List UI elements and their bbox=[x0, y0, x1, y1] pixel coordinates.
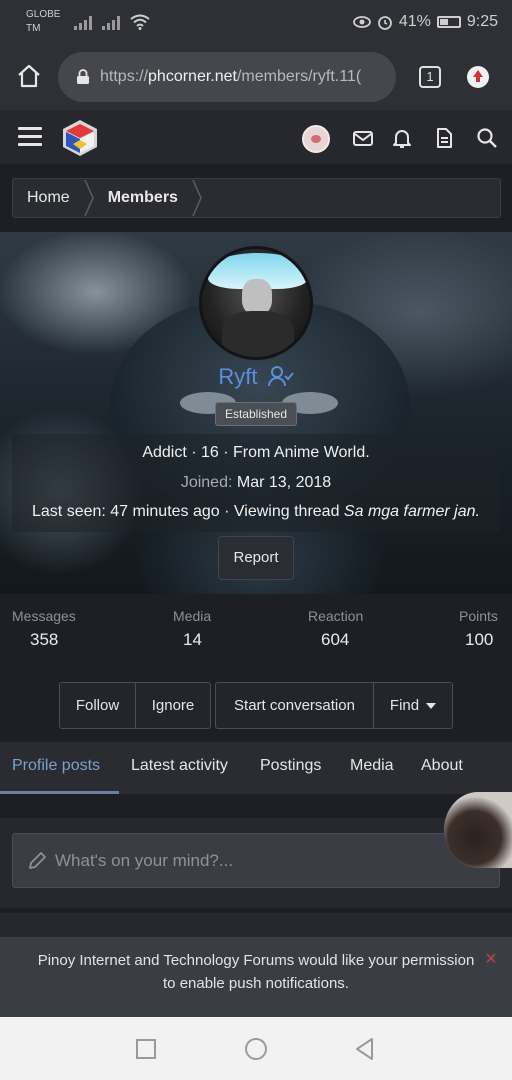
user-title-badge: Established bbox=[215, 402, 297, 426]
home-circle-icon[interactable] bbox=[244, 1037, 268, 1061]
menu-icon[interactable] bbox=[18, 127, 42, 147]
status-bar: GLOBE TM 41% 9:25 bbox=[0, 0, 512, 44]
system-nav-bar bbox=[0, 1017, 512, 1080]
profile-avatar[interactable] bbox=[199, 246, 313, 360]
last-seen-value: 47 minutes ago · Viewing thread bbox=[110, 503, 340, 520]
profile-tabs: Profile posts Latest activity Postings M… bbox=[0, 742, 512, 794]
tab-latest-activity[interactable]: Latest activity bbox=[131, 742, 228, 794]
tab-media[interactable]: Media bbox=[350, 742, 394, 794]
report-button[interactable]: Report bbox=[218, 536, 294, 580]
site-logo[interactable] bbox=[60, 118, 100, 158]
tab-about[interactable]: About bbox=[421, 742, 463, 794]
url-path: /members/ryft.11( bbox=[236, 68, 362, 85]
joined-date: Mar 13, 2018 bbox=[236, 474, 332, 491]
stat-media[interactable]: Media 14 bbox=[173, 608, 211, 650]
stat-messages[interactable]: Messages 358 bbox=[12, 608, 76, 650]
pencil-icon bbox=[29, 851, 46, 869]
battery-percent: 41% bbox=[398, 13, 431, 30]
clock: 9:25 bbox=[466, 13, 498, 30]
breadcrumb: Home Members bbox=[12, 178, 501, 218]
battery-icon bbox=[436, 16, 461, 28]
mail-icon[interactable] bbox=[352, 127, 374, 149]
back-icon[interactable] bbox=[353, 1037, 377, 1061]
ignore-button[interactable]: Ignore bbox=[136, 682, 211, 729]
alarm-icon bbox=[377, 16, 392, 30]
breadcrumb-separator bbox=[192, 179, 202, 217]
floating-chat-head[interactable] bbox=[444, 792, 512, 868]
last-seen-label: Last seen: bbox=[32, 503, 106, 520]
breadcrumb-separator bbox=[84, 179, 94, 217]
joined-label: Joined: bbox=[180, 474, 233, 491]
post-placeholder: What's on your mind?... bbox=[55, 850, 234, 870]
carrier-name: GLOBE bbox=[26, 9, 61, 20]
stat-value: 14 bbox=[183, 630, 202, 649]
stat-label: Messages bbox=[12, 608, 76, 624]
follow-button[interactable]: Follow bbox=[59, 682, 136, 729]
signal-icon bbox=[102, 14, 120, 30]
breadcrumb-home[interactable]: Home bbox=[13, 178, 84, 218]
tab-profile-posts[interactable]: Profile posts bbox=[0, 742, 119, 794]
user-check-icon bbox=[267, 366, 294, 387]
push-notice-line1: Pinoy Internet and Technology Forums wou… bbox=[37, 952, 475, 969]
update-icon[interactable] bbox=[467, 66, 489, 88]
chevron-down-icon bbox=[426, 702, 437, 709]
bell-icon[interactable] bbox=[391, 127, 413, 149]
carrier-label: GLOBE TM bbox=[26, 8, 74, 36]
conversation-find-group: Start conversation Find bbox=[215, 682, 453, 729]
search-icon[interactable] bbox=[476, 127, 498, 149]
document-icon[interactable] bbox=[433, 127, 455, 149]
breadcrumb-members[interactable]: Members bbox=[94, 178, 192, 218]
home-icon[interactable] bbox=[16, 64, 42, 88]
last-seen-thread-link[interactable]: Sa mga farmer jan. bbox=[344, 503, 480, 520]
stat-label: Points bbox=[459, 608, 498, 624]
signal-icon bbox=[74, 14, 92, 30]
url-host: phcorner.net bbox=[148, 68, 237, 85]
follow-ignore-group: Follow Ignore bbox=[59, 682, 211, 729]
start-conversation-button[interactable]: Start conversation bbox=[215, 682, 374, 729]
find-label: Find bbox=[389, 697, 420, 714]
push-permission-notice: Pinoy Internet and Technology Forums wou… bbox=[0, 937, 512, 1017]
profile-blurb: Addict · 16 · From Anime World. bbox=[142, 444, 370, 461]
recent-apps-icon[interactable] bbox=[134, 1037, 158, 1061]
post-list-divider bbox=[0, 913, 512, 937]
stat-points[interactable]: Points 100 bbox=[459, 608, 498, 650]
find-dropdown-button[interactable]: Find bbox=[374, 682, 453, 729]
stat-value: 100 bbox=[465, 630, 494, 649]
stat-reaction[interactable]: Reaction 604 bbox=[308, 608, 363, 650]
stat-label: Reaction bbox=[308, 608, 364, 624]
close-icon[interactable]: × bbox=[482, 949, 500, 969]
stat-value: 358 bbox=[30, 630, 59, 649]
tab-postings[interactable]: Postings bbox=[260, 742, 321, 794]
profile-username: Ryft bbox=[0, 364, 512, 390]
carrier-sub: TM bbox=[26, 23, 41, 34]
url-bar[interactable]: https://phcorner.net/members/ryft.11( bbox=[58, 52, 396, 102]
profile-joined: Joined: Mar 13, 2018 bbox=[0, 474, 512, 492]
tab-switcher-button[interactable]: 1 bbox=[419, 66, 441, 88]
user-avatar[interactable] bbox=[302, 125, 330, 153]
profile-post-input[interactable]: What's on your mind?... bbox=[12, 833, 500, 888]
username-text: Ryft bbox=[218, 364, 258, 389]
push-notice-line2: to enable push notifications. bbox=[163, 975, 349, 992]
stat-label: Media bbox=[173, 608, 212, 624]
profile-last-seen: Last seen: 47 minutes ago · Viewing thre… bbox=[0, 503, 512, 521]
lock-icon bbox=[77, 69, 89, 84]
member-stats: Messages 358 Media 14 Reaction 604 Point… bbox=[0, 594, 512, 664]
wifi-icon bbox=[130, 14, 150, 30]
browser-toolbar: https://phcorner.net/members/ryft.11( 1 bbox=[0, 44, 512, 110]
url-prefix: https:// bbox=[100, 68, 149, 85]
stat-value: 604 bbox=[321, 630, 350, 649]
eye-icon bbox=[352, 16, 371, 28]
